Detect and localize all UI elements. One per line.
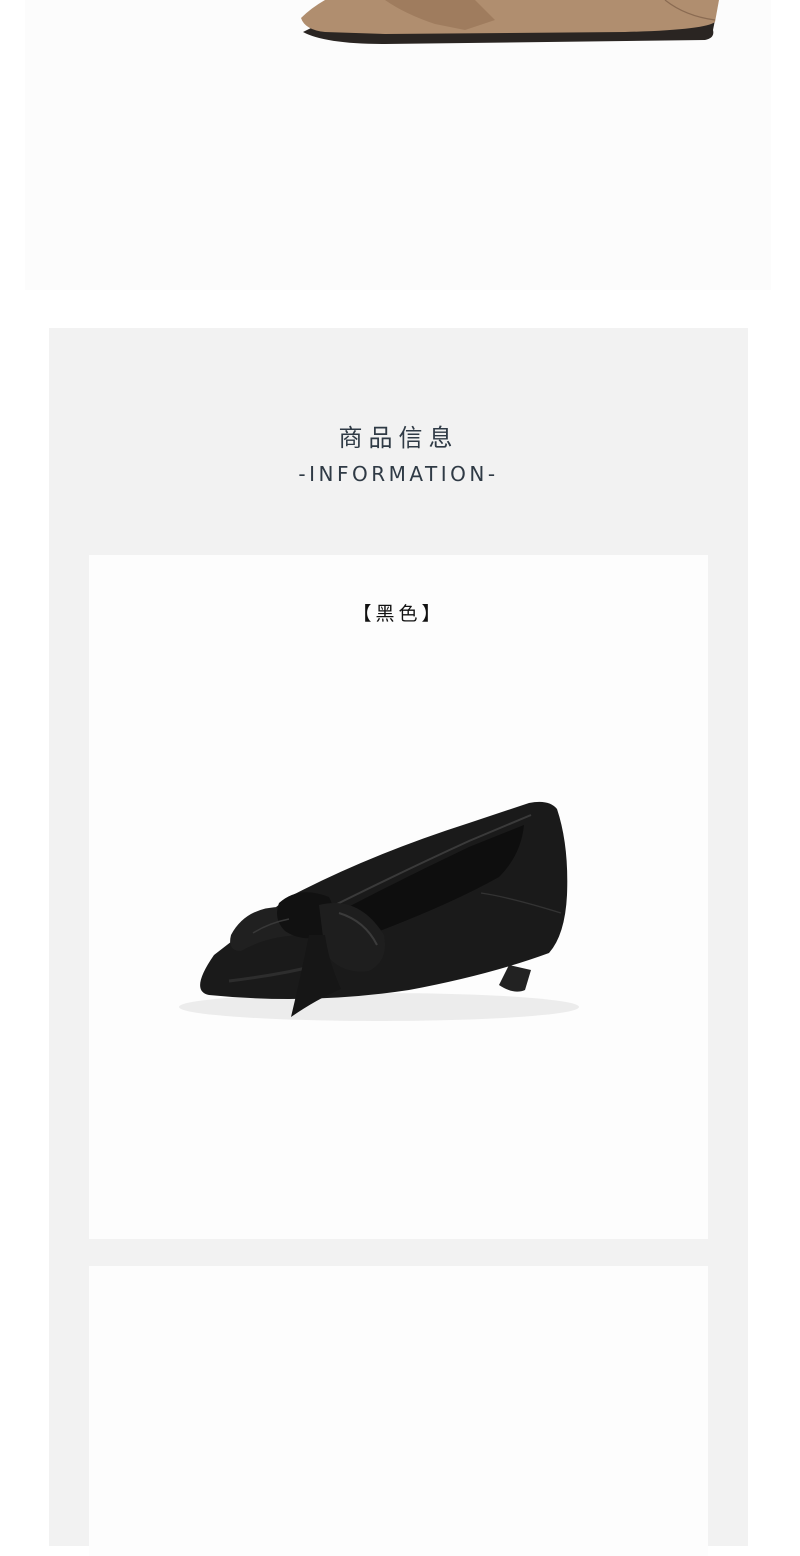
product-detail-page: 商品信息 -INFORMATION- 【黑色】	[0, 0, 800, 1556]
tan-shoe-upper	[301, 0, 719, 34]
section-title: 商品信息	[338, 424, 459, 452]
shoe-heel	[499, 965, 531, 992]
information-section: 商品信息 -INFORMATION- 【黑色】	[49, 328, 748, 1556]
color-variant-card: 【黑色】	[89, 555, 708, 1239]
color-variant-label: 【黑色】	[352, 603, 445, 625]
previous-product-photo-panel	[25, 0, 771, 290]
color-variant-card-next	[89, 1266, 708, 1556]
black-shoe-image	[179, 801, 579, 1021]
tan-shoe-image	[301, 0, 719, 44]
section-subtitle: -INFORMATION-	[298, 462, 499, 486]
